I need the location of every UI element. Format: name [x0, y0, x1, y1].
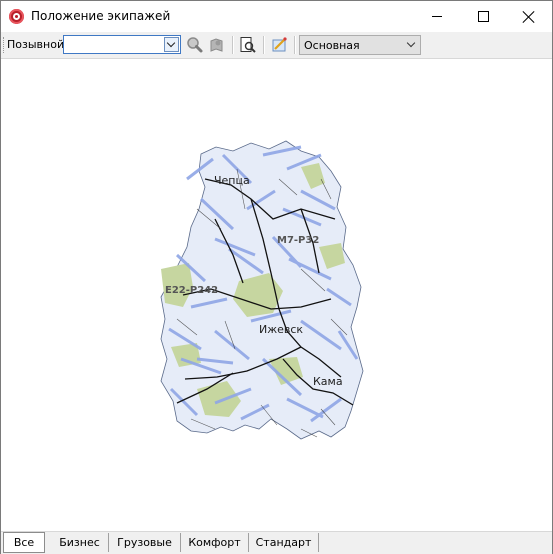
callsign-input[interactable] — [66, 37, 162, 51]
toolbar-separator — [263, 36, 265, 54]
toolbar: Позывной: Основная — [1, 32, 552, 59]
close-icon — [523, 11, 535, 23]
region-map[interactable] — [1, 59, 552, 531]
toolbar-grip[interactable] — [3, 37, 5, 53]
callsign-label: Позывной: — [7, 38, 68, 51]
map-view[interactable]: Чепца Ижевск Кама М7-Р32 Е22-Р242 — [1, 59, 552, 531]
map-tool-icon[interactable] — [271, 36, 289, 54]
callsign-combobox[interactable] — [63, 35, 181, 54]
chevron-down-icon — [166, 38, 176, 48]
toolbar-separator — [294, 36, 296, 54]
place-label-izhevsk: Ижевск — [259, 323, 304, 336]
callsign-dropdown-button[interactable] — [164, 37, 179, 52]
chevron-down-icon — [406, 38, 416, 48]
crew-position-window: Положение экипажей Позывной: Основная Че… — [0, 0, 553, 554]
maximize-button[interactable] — [460, 1, 506, 32]
maximize-icon — [477, 11, 489, 22]
tab-standard[interactable]: Стандарт — [249, 533, 319, 552]
road-label-m7: М7-Р32 — [277, 235, 320, 246]
window-title: Положение экипажей — [31, 9, 171, 23]
road-label-e22: Е22-Р242 — [165, 285, 219, 296]
minimize-icon — [432, 16, 442, 17]
tab-business[interactable]: Бизнес — [51, 533, 109, 552]
place-label-kama: Кама — [313, 375, 343, 388]
zoom-in-icon[interactable] — [186, 36, 204, 54]
minimize-button[interactable] — [414, 1, 460, 32]
print-preview-icon[interactable] — [239, 36, 257, 54]
toolbar-separator — [232, 36, 234, 54]
place-label-chepts: Чепца — [214, 174, 250, 187]
title-bar: Положение экипажей — [1, 1, 552, 32]
tab-cargo[interactable]: Грузовые — [109, 533, 181, 552]
map-layer-select[interactable]: Основная — [299, 35, 421, 55]
tab-comfort[interactable]: Комфорт — [181, 533, 249, 552]
tab-all[interactable]: Все — [3, 532, 45, 553]
app-icon — [9, 9, 24, 24]
close-button[interactable] — [506, 1, 552, 32]
fleet-tabs: Все Бизнес Грузовые Комфорт Стандарт — [1, 531, 552, 554]
map-layer-value: Основная — [304, 39, 360, 52]
map-pin-icon[interactable] — [208, 36, 226, 54]
